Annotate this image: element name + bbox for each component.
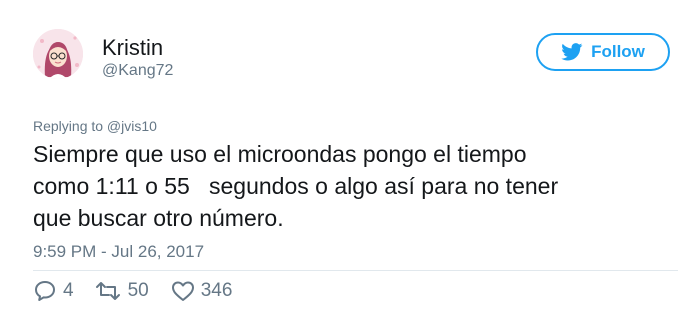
retweet-count: 50	[127, 280, 149, 301]
divider	[33, 270, 678, 271]
follow-button[interactable]: Follow	[536, 33, 670, 71]
reply-icon	[35, 281, 55, 301]
retweet-button[interactable]: 50	[94, 280, 149, 302]
replying-to[interactable]: Replying to @jvis10	[33, 118, 157, 134]
user-name[interactable]: Kristin	[102, 36, 163, 60]
tweet-timestamp[interactable]: 9:59 PM - Jul 26, 2017	[33, 242, 204, 262]
tweet-actions: 4 50 346	[33, 280, 232, 302]
avatar-illustration	[33, 29, 83, 79]
heart-icon	[171, 281, 194, 301]
like-button[interactable]: 346	[171, 280, 233, 302]
reply-count: 4	[63, 280, 74, 301]
twitter-bird-icon	[561, 43, 583, 61]
like-count: 346	[200, 280, 233, 301]
retweet-icon	[95, 282, 120, 300]
user-handle[interactable]: @Kang72	[102, 62, 173, 80]
tweet-text: Siempre que uso el microondas pongo el t…	[33, 141, 559, 231]
avatar[interactable]	[33, 29, 83, 79]
follow-button-label: Follow	[591, 42, 645, 61]
reply-button[interactable]: 4	[33, 280, 74, 302]
